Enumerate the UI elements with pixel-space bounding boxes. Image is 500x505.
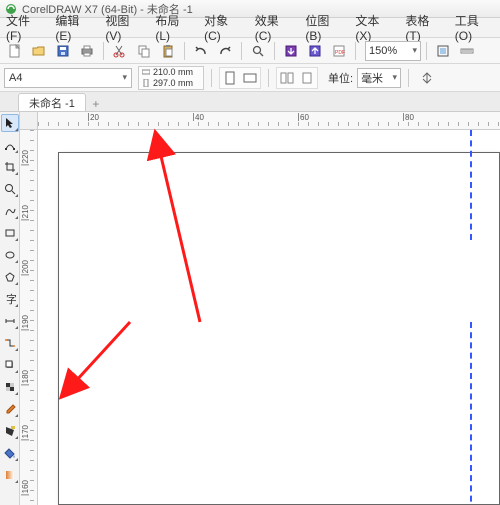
- ruler-tick: 80: [403, 113, 414, 121]
- interactive-fill-tool[interactable]: [1, 466, 19, 484]
- transparency-tool[interactable]: [1, 378, 19, 396]
- paper-size-value: A4: [9, 72, 22, 84]
- ruler-tick: 160: [21, 480, 29, 495]
- vertical-guide[interactable]: [470, 130, 472, 240]
- paper-size-combo[interactable]: A4: [4, 68, 132, 88]
- paste-button[interactable]: [157, 40, 179, 62]
- toolbar-separator: [241, 42, 242, 60]
- toolbar-separator: [274, 42, 275, 60]
- ruler-tick: 200: [21, 260, 29, 275]
- freehand-tool[interactable]: [1, 202, 19, 220]
- units-combo[interactable]: 毫米: [357, 68, 401, 88]
- page[interactable]: [58, 152, 500, 505]
- ellipse-tool[interactable]: [1, 246, 19, 264]
- propbar-separator: [408, 69, 409, 87]
- connector-tool[interactable]: [1, 334, 19, 352]
- menu-edit[interactable]: 编辑(E): [55, 12, 93, 43]
- search-button[interactable]: [247, 40, 269, 62]
- vertical-guide[interactable]: [470, 322, 472, 505]
- menu-effects[interactable]: 效果(C): [255, 12, 294, 43]
- menu-text[interactable]: 文本(X): [355, 12, 393, 43]
- polygon-tool[interactable]: [1, 268, 19, 286]
- add-document-button[interactable]: +: [88, 97, 104, 111]
- ruler-tick: 220: [21, 150, 29, 165]
- zoom-level-value: 150%: [369, 45, 397, 57]
- ruler-tick: 180: [21, 370, 29, 385]
- export-button[interactable]: [304, 40, 326, 62]
- landscape-button[interactable]: [241, 69, 259, 87]
- ruler-tick: 170: [21, 425, 29, 440]
- pick-tool[interactable]: [1, 114, 19, 132]
- show-rulers-button[interactable]: [456, 40, 478, 62]
- publish-pdf-button[interactable]: PDF: [328, 40, 350, 62]
- propbar-separator: [211, 69, 212, 87]
- units-label: 单位:: [328, 70, 353, 86]
- workspace: 字 20 40 60 80 100 220 210 200 190 180 17…: [0, 112, 500, 505]
- page-layout-group: [276, 67, 318, 89]
- undo-button[interactable]: [190, 40, 212, 62]
- menu-layout[interactable]: 布局(L): [155, 12, 192, 43]
- width-icon: [141, 68, 151, 76]
- menu-bar: 文件(F) 编辑(E) 视图(V) 布局(L) 对象(C) 效果(C) 位图(B…: [0, 18, 500, 38]
- cut-button[interactable]: [109, 40, 131, 62]
- menu-tools[interactable]: 工具(O): [455, 12, 494, 43]
- dimension-tool[interactable]: [1, 312, 19, 330]
- ruler-tick: 40: [193, 113, 204, 121]
- toolbar-separator: [103, 42, 104, 60]
- outline-tool[interactable]: [1, 422, 19, 440]
- zoom-tool[interactable]: [1, 180, 19, 198]
- menu-arrange[interactable]: 对象(C): [204, 12, 243, 43]
- toolbar-separator: [184, 42, 185, 60]
- drop-shadow-tool[interactable]: [1, 356, 19, 374]
- document-tab-label: 未命名 -1: [29, 95, 75, 111]
- shape-tool[interactable]: [1, 136, 19, 154]
- document-tab[interactable]: 未命名 -1: [18, 93, 86, 111]
- ruler-tick: 210: [21, 205, 29, 220]
- units-value: 毫米: [361, 70, 383, 86]
- open-button[interactable]: [28, 40, 50, 62]
- toolbar-separator: [355, 42, 356, 60]
- fill-tool[interactable]: [1, 444, 19, 462]
- svg-text:PDF: PDF: [335, 50, 345, 56]
- menu-bitmaps[interactable]: 位图(B): [305, 12, 343, 43]
- text-tool[interactable]: 字: [1, 290, 19, 308]
- current-page-button[interactable]: [298, 69, 316, 87]
- eyedropper-tool[interactable]: [1, 400, 19, 418]
- ruler-tick: 60: [298, 113, 309, 121]
- crop-tool[interactable]: [1, 158, 19, 176]
- fullscreen-button[interactable]: [432, 40, 454, 62]
- height-icon: [141, 79, 151, 87]
- page-height-value: 297.0 mm: [153, 78, 201, 88]
- print-button[interactable]: [76, 40, 98, 62]
- zoom-level-combo[interactable]: 150%: [365, 41, 421, 61]
- all-pages-button[interactable]: [278, 69, 296, 87]
- portrait-button[interactable]: [221, 69, 239, 87]
- rectangle-tool[interactable]: [1, 224, 19, 242]
- save-button[interactable]: [52, 40, 74, 62]
- ruler-tick: 20: [88, 113, 99, 121]
- page-dimensions[interactable]: 210.0 mm 297.0 mm: [138, 66, 204, 90]
- horizontal-ruler[interactable]: 20 40 60 80 100: [38, 112, 500, 130]
- new-button[interactable]: [4, 40, 26, 62]
- menu-file[interactable]: 文件(F): [6, 12, 43, 43]
- ruler-tick: 190: [21, 315, 29, 330]
- page-width-value: 210.0 mm: [153, 67, 201, 77]
- import-button[interactable]: [280, 40, 302, 62]
- menu-view[interactable]: 视图(V): [105, 12, 143, 43]
- orientation-group: [219, 67, 261, 89]
- property-bar: A4 210.0 mm 297.0 mm 单位: 毫米: [0, 64, 500, 92]
- toolbar-separator: [426, 42, 427, 60]
- ruler-origin[interactable]: [20, 112, 38, 130]
- document-tab-bar: 未命名 -1 +: [0, 92, 500, 112]
- canvas-area[interactable]: 20 40 60 80 100 220 210 200 190 180 170 …: [20, 112, 500, 505]
- toolbox: 字: [0, 112, 20, 505]
- redo-button[interactable]: [214, 40, 236, 62]
- vertical-ruler[interactable]: 220 210 200 190 180 170 160: [20, 130, 38, 505]
- plus-icon: +: [92, 97, 99, 111]
- propbar-separator: [268, 69, 269, 87]
- copy-button[interactable]: [133, 40, 155, 62]
- menu-table[interactable]: 表格(T): [405, 12, 442, 43]
- nudge-settings-button[interactable]: [416, 67, 438, 89]
